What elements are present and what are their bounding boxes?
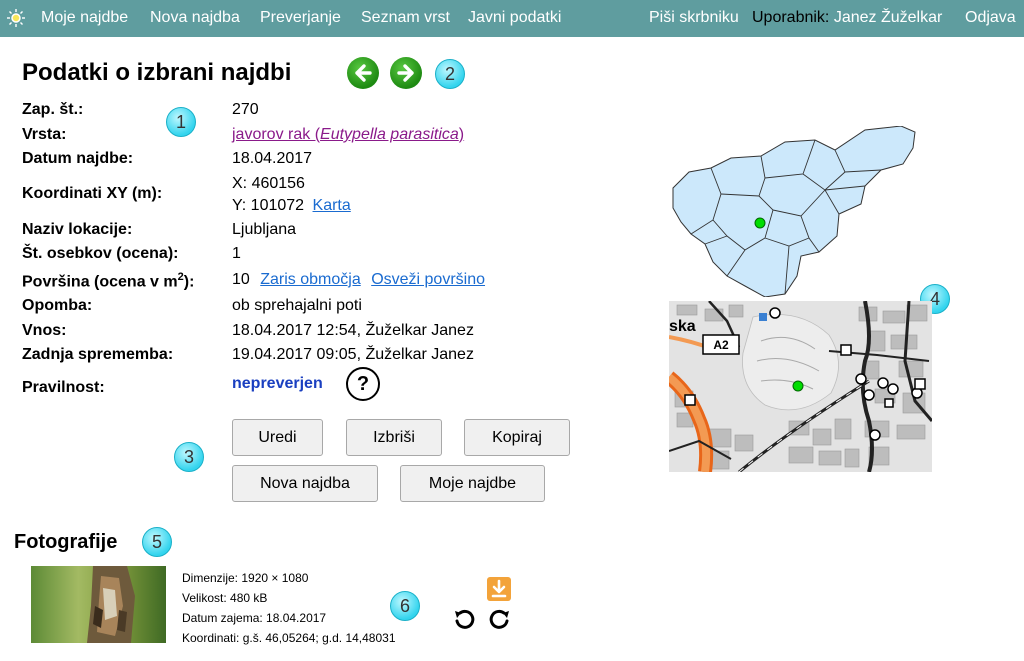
- povrsina-value-row: 10 Zaris območja Osveži površino: [232, 271, 485, 289]
- detail-map-marker: [792, 380, 804, 392]
- page-title: Podatki o izbrani najdbi: [22, 59, 292, 86]
- arrow-left-icon: [355, 64, 372, 82]
- overview-map[interactable]: [669, 126, 932, 297]
- annotation-badge-6: 6: [390, 591, 420, 621]
- species-link[interactable]: javorov rak (Eutypella parasitica): [232, 126, 464, 143]
- nav-logout[interactable]: Odjava: [965, 9, 1016, 27]
- vrsta-label: Vrsta:: [22, 126, 67, 143]
- photo-date: Datum zajema: 18.04.2017: [182, 611, 327, 625]
- nova-najdba-button[interactable]: Nova najdba: [232, 465, 378, 502]
- nav-javni-podatki[interactable]: Javni podatki: [468, 9, 561, 27]
- user-name: Janez Žuželkar: [833, 9, 943, 26]
- lokacija-label: Naziv lokacije:: [22, 221, 133, 238]
- detail-map[interactable]: A2 ska: [669, 301, 932, 472]
- opomba-value: ob sprehajalni poti: [232, 297, 362, 314]
- road-sign-a2: A2: [702, 334, 740, 355]
- koordinati-y-row: Y: 101072 Karta: [232, 197, 351, 215]
- photo-dimensions: Dimenzije: 1920 × 1080: [182, 571, 309, 585]
- nav-contact-admin[interactable]: Piši skrbniku: [649, 9, 739, 27]
- koordinati-x: X: 460156: [232, 175, 305, 192]
- app-logo-icon[interactable]: [6, 8, 26, 28]
- povrsina-value: 10: [232, 271, 250, 288]
- next-record-button[interactable]: [390, 57, 422, 89]
- nav-seznam-vrst[interactable]: Seznam vrst: [361, 9, 450, 27]
- download-arrow-icon: [491, 579, 507, 598]
- datum-label: Datum najdbe:: [22, 150, 134, 167]
- zap-st-value: 270: [232, 101, 259, 118]
- species-close-paren: ): [458, 126, 465, 143]
- nav-moje-najdbe[interactable]: Moje najdbe: [41, 9, 128, 27]
- vrsta-value: javorov rak (Eutypella parasitica): [232, 126, 464, 144]
- pravilnost-label: Pravilnost:: [22, 379, 105, 396]
- annotation-badge-3: 3: [174, 442, 204, 472]
- uredi-button[interactable]: Uredi: [232, 419, 323, 456]
- nav-nova-najdba[interactable]: Nova najdba: [150, 9, 240, 27]
- photo-thumbnail[interactable]: [31, 566, 166, 643]
- annotation-badge-5: 5: [142, 527, 172, 557]
- zadnja-sprememba-label: Zadnja sprememba:: [22, 346, 174, 363]
- koordinati-label: Koordinati XY (m):: [22, 185, 163, 202]
- overview-map-marker: [754, 217, 766, 229]
- datum-value: 18.04.2017: [232, 150, 313, 167]
- nav-preverjanje[interactable]: Preverjanje: [260, 9, 341, 27]
- vnos-label: Vnos:: [22, 322, 67, 339]
- povrsina-label: Površina (ocena v m2):: [22, 271, 194, 291]
- photo-size: Velikost: 480 kB: [182, 591, 268, 605]
- kopiraj-button[interactable]: Kopiraj: [464, 419, 570, 456]
- road-label: A2: [713, 338, 729, 352]
- slovenia-outline: [672, 126, 916, 297]
- povrsina-label-end: ):: [183, 273, 195, 291]
- species-common-name: javorov rak (: [232, 126, 321, 143]
- photo-image: [31, 566, 166, 643]
- arrow-right-icon: [397, 64, 414, 82]
- place-label: ska: [669, 318, 696, 335]
- annotation-badge-1: 1: [166, 107, 196, 137]
- top-navigation-bar: Moje najdbe Nova najdba Preverjanje Sezn…: [0, 0, 1024, 37]
- help-question-icon[interactable]: ?: [346, 367, 380, 401]
- photo-coordinates: Koordinati: g.š. 46,05264; g.d. 14,48031: [182, 631, 396, 645]
- osebki-value: 1: [232, 245, 241, 262]
- moje-najdbe-button[interactable]: Moje najdbe: [400, 465, 545, 502]
- species-latin-name: Eutypella parasitica: [320, 126, 459, 143]
- osvezi-povrsino-link[interactable]: Osveži površino: [371, 271, 485, 288]
- rotate-left-icon[interactable]: [452, 607, 476, 631]
- osebki-label: Št. osebkov (ocena):: [22, 245, 179, 262]
- zaris-obmocja-link[interactable]: Zaris območja: [260, 271, 360, 288]
- annotation-badge-2: 2: [435, 59, 465, 89]
- detail-map-canvas: A2 ska: [669, 301, 932, 472]
- user-label: Uporabnik:: [752, 9, 830, 26]
- current-user: Uporabnik: Janez Žuželkar: [752, 9, 942, 27]
- opomba-label: Opomba:: [22, 297, 93, 314]
- koordinati-y: Y: 101072: [232, 197, 305, 214]
- povrsina-label-text: Površina (ocena v m: [22, 273, 178, 291]
- pravilnost-status: nepreverjen: [232, 375, 323, 392]
- download-icon[interactable]: [487, 577, 511, 601]
- vnos-value: 18.04.2017 12:54, Žuželkar Janez: [232, 322, 474, 339]
- zap-st-label: Zap. št.:: [22, 101, 84, 118]
- karta-link[interactable]: Karta: [313, 197, 351, 214]
- previous-record-button[interactable]: [347, 57, 379, 89]
- rotate-right-icon[interactable]: [488, 607, 512, 631]
- izbrisi-button[interactable]: Izbriši: [346, 419, 442, 456]
- zadnja-sprememba-value: 19.04.2017 09:05, Žuželkar Janez: [232, 346, 474, 363]
- photos-heading: Fotografije: [14, 531, 118, 553]
- lokacija-value: Ljubljana: [232, 221, 297, 238]
